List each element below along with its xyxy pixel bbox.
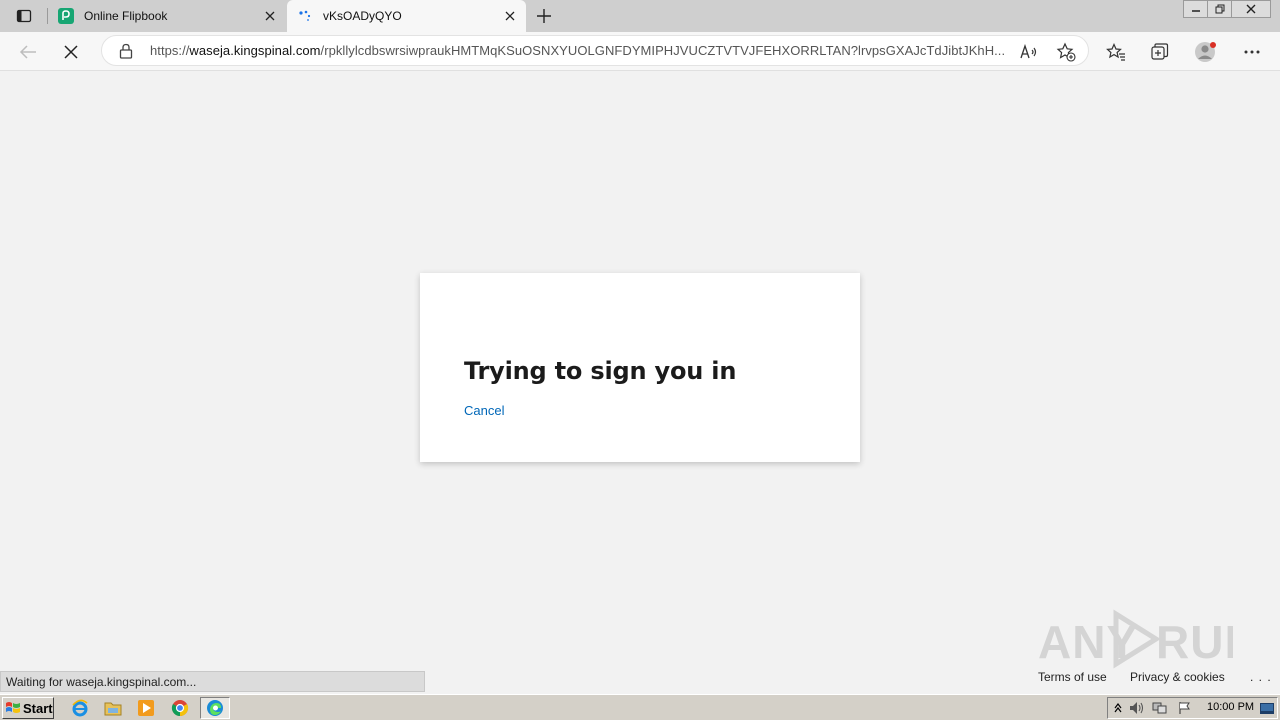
more-options-link[interactable]: . . . (1250, 670, 1272, 684)
add-favorite-icon[interactable] (1054, 40, 1078, 64)
svg-text:RUN: RUN (1156, 616, 1233, 668)
system-tray: 10:00 PM (1107, 697, 1278, 719)
tab-title: vKsOADyQYO (323, 9, 402, 23)
avatar-icon (1195, 42, 1216, 62)
minimize-button[interactable] (1183, 0, 1208, 18)
favorites-star-icon (1106, 43, 1125, 61)
browser-toolbar: https://waseja.kingspinal.com/rpkllylcdb… (0, 32, 1280, 71)
close-window-button[interactable] (1231, 0, 1271, 18)
collections-button[interactable] (1146, 38, 1174, 66)
privacy-cookies-link[interactable]: Privacy & cookies (1130, 670, 1225, 684)
clock[interactable]: 10:00 PM (1207, 701, 1254, 713)
stop-loading-button[interactable] (57, 38, 85, 66)
edge-icon (207, 700, 223, 716)
url-scheme: https:// (150, 43, 190, 58)
back-button[interactable] (14, 38, 42, 66)
cancel-link[interactable]: Cancel (464, 403, 504, 418)
lock-icon[interactable] (118, 43, 134, 59)
terms-of-use-link[interactable]: Terms of use (1038, 670, 1107, 684)
watermark-text-right: RUN (1156, 616, 1233, 668)
tab-strip: Online Flipbook vKsOADyQYO (0, 0, 1280, 32)
url-host: waseja.kingspinal.com (189, 43, 321, 58)
tab-online-flipbook[interactable]: Online Flipbook (48, 0, 286, 32)
chrome-icon[interactable] (169, 698, 191, 718)
new-tab-button[interactable] (532, 4, 556, 28)
close-icon (64, 45, 78, 59)
settings-menu-button[interactable] (1238, 38, 1266, 66)
start-label: Start (23, 700, 53, 716)
status-bar: Waiting for waseja.kingspinal.com... (0, 671, 425, 692)
windows-logo-icon (6, 702, 20, 713)
edge-taskbar-button[interactable] (200, 697, 230, 719)
read-aloud-icon[interactable] (1018, 40, 1042, 64)
anyrun-watermark: ANY RUN (1038, 608, 1258, 670)
close-icon (1246, 4, 1256, 14)
network-icon[interactable] (1152, 701, 1168, 720)
tab-title: Online Flipbook (84, 9, 168, 23)
url-text[interactable]: https://waseja.kingspinal.com/rpkllylcdb… (150, 43, 1012, 58)
restore-button[interactable] (1207, 0, 1232, 18)
favorites-button[interactable] (1102, 38, 1130, 66)
tab-actions-icon (16, 9, 32, 23)
restore-icon (1215, 4, 1224, 14)
flipbook-favicon-icon (58, 8, 74, 24)
url-path: /rpkllylcdbswrsiwpraukHMTMqKSuOSNXYUOLGN… (320, 43, 1006, 58)
show-hidden-icons-icon[interactable] (1113, 701, 1123, 720)
start-button[interactable]: Start (2, 697, 54, 719)
sign-in-card: Trying to sign you in Cancel (420, 273, 860, 462)
taskbar: Start 10:00 PM (0, 694, 1280, 720)
collections-icon (1151, 43, 1169, 60)
page-title: Trying to sign you in (464, 357, 737, 385)
plus-icon (537, 9, 551, 23)
tab-vksoadyqyo[interactable]: vKsOADyQYO (287, 0, 526, 32)
action-center-flag-icon[interactable] (1178, 701, 1192, 720)
file-explorer-icon[interactable] (102, 698, 124, 718)
internet-explorer-icon[interactable] (69, 698, 91, 718)
profile-button[interactable] (1192, 38, 1220, 66)
minimize-icon (1191, 10, 1200, 12)
more-horizontal-icon (1244, 50, 1260, 54)
media-player-icon[interactable] (135, 698, 157, 718)
arrow-left-icon (19, 45, 36, 59)
volume-icon[interactable] (1129, 701, 1145, 720)
show-desktop-icon[interactable] (1260, 702, 1274, 720)
address-bar[interactable]: https://waseja.kingspinal.com/rpkllylcdb… (101, 35, 1089, 66)
close-tab-icon[interactable] (260, 6, 280, 26)
window-controls (1183, 0, 1271, 18)
loading-spinner-icon (297, 8, 313, 24)
tab-actions-button[interactable] (8, 4, 40, 28)
close-tab-icon[interactable] (500, 6, 520, 26)
